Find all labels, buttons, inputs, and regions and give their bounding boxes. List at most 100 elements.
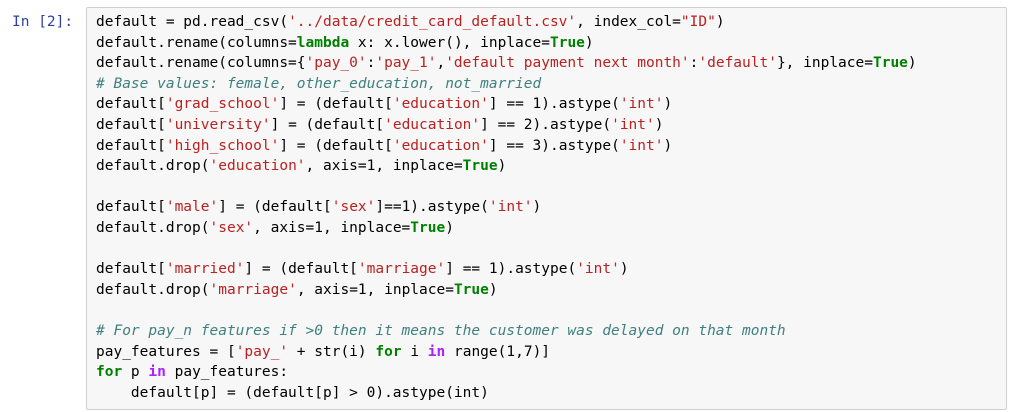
code-token: 'sex' — [331, 199, 376, 216]
code-token: , axis=1, inplace= — [253, 219, 411, 236]
code-token: pay_features: — [165, 364, 289, 381]
code-token: 'default payment next month' — [445, 55, 690, 72]
code-token: default.rename(columns= — [96, 34, 297, 51]
code-line: ​ — [96, 177, 1006, 198]
code-token: 'education' — [209, 158, 306, 175]
code-token: ] == 1).astype( — [445, 261, 577, 278]
notebook-code-cell[interactable]: In [2]: default = pd.read_csv('../data/c… — [0, 0, 1011, 412]
code-line: default.rename(columns={'pay_0':'pay_1',… — [96, 53, 1006, 74]
code-token: default.rename(columns={ — [96, 55, 306, 72]
code-line: default[p] = (default[p] > 0).astype(int… — [96, 383, 1006, 404]
code-token: 'marriage' — [357, 261, 446, 278]
code-line: default.drop('sex', axis=1, inplace=True… — [96, 218, 1006, 239]
code-token: 'male' — [165, 199, 219, 216]
code-token: default[ — [96, 199, 166, 216]
code-token: True — [549, 34, 585, 51]
code-line: ​ — [96, 239, 1006, 260]
code-token: pay_features = [ — [96, 343, 236, 360]
code-token: ] == 3).astype( — [488, 137, 620, 154]
code-token: 'marriage' — [209, 281, 297, 298]
code-token: }, inplace= — [776, 55, 873, 72]
code-line: default.rename(columns=lambda x: x.lower… — [96, 33, 1006, 54]
code-token: lambda — [296, 34, 350, 51]
code-token: default[ — [96, 261, 166, 278]
code-line: default.drop('marriage', axis=1, inplace… — [96, 280, 1006, 301]
code-token: 'int' — [488, 199, 533, 216]
code-token: ] = (default[ — [279, 137, 393, 154]
code-token: ) — [663, 137, 673, 154]
code-line: for p in pay_features: — [96, 362, 1006, 383]
code-token: ) — [619, 261, 629, 278]
code-token: default.drop( — [96, 219, 210, 236]
code-token: 'high_school' — [165, 137, 280, 154]
code-token: 'education' — [384, 116, 481, 133]
code-token: True — [872, 55, 908, 72]
code-token: ]==1).astype( — [375, 199, 489, 216]
code-token: 'int' — [576, 261, 620, 278]
code-line: default['high_school'] = (default['educa… — [96, 136, 1006, 157]
code-token: , axis=1, inplace= — [305, 158, 463, 175]
code-token: p — [122, 364, 149, 381]
code-token: default[p] = (default[p] > 0).astype(int… — [96, 384, 489, 401]
code-token: ) — [532, 199, 542, 216]
code-line: # For pay_n features if >0 then it means… — [96, 321, 1006, 342]
code-token: ] == 1).astype( — [488, 96, 620, 113]
code-token: ] = (default[ — [270, 116, 385, 133]
code-editor[interactable]: default = pd.read_csv('../data/credit_ca… — [86, 7, 1007, 410]
code-token: , — [436, 55, 446, 72]
code-token: ) — [907, 55, 917, 72]
code-token: default = pd.read_csv( — [96, 14, 289, 30]
code-token: 'int' — [619, 137, 664, 154]
code-token: 'int' — [611, 116, 655, 133]
code-token: ) — [715, 14, 725, 30]
code-line: ​ — [96, 300, 1006, 321]
code-token: '../data/credit_card_default.csv' — [288, 14, 577, 30]
code-token: ] = (default[ — [244, 261, 358, 278]
code-token: 'int' — [619, 96, 664, 113]
code-token: 'pay_' — [235, 343, 289, 360]
code-line: default.drop('education', axis=1, inplac… — [96, 156, 1006, 177]
code-line: default['grad_school'] = (default['educa… — [96, 94, 1006, 115]
code-token: 'grad_school' — [165, 96, 280, 113]
code-token: ] == 2).astype( — [480, 116, 612, 133]
code-token: , index_col= — [576, 14, 681, 30]
code-token: for — [96, 364, 123, 381]
code-token: 'education' — [392, 137, 489, 154]
code-token: ) — [445, 219, 454, 236]
code-token: default.drop( — [96, 281, 210, 298]
code-token: in — [427, 343, 446, 360]
code-line: default['university'] = (default['educat… — [96, 115, 1006, 136]
code-token: True — [410, 219, 446, 236]
code-token: # For pay_n features if >0 then it means… — [96, 322, 786, 339]
code-line: default['married'] = (default['marriage'… — [96, 259, 1006, 280]
code-token: 'education' — [392, 96, 489, 113]
code-token: , axis=1, inplace= — [296, 281, 454, 298]
code-token: ] = (default[ — [279, 96, 393, 113]
code-token: # Base values: female, other_education, … — [96, 75, 542, 92]
code-token: default.drop( — [96, 158, 210, 175]
code-token: "ID" — [680, 14, 716, 30]
code-token: True — [462, 158, 498, 175]
input-prompt: In [2]: — [12, 14, 74, 30]
code-line: # Base values: female, other_education, … — [96, 74, 1006, 95]
code-token: default[ — [96, 137, 166, 154]
code-text[interactable]: default = pd.read_csv('../data/credit_ca… — [96, 12, 1006, 403]
code-token: ) — [654, 116, 664, 133]
code-token: ) — [497, 158, 507, 175]
code-token: 'default' — [698, 55, 777, 72]
code-token: ) — [488, 281, 498, 298]
code-token: ) — [663, 96, 673, 113]
code-token: + str(i) — [288, 343, 376, 360]
code-token: 'pay_0' — [305, 55, 367, 72]
code-line: default['male'] = (default['sex']==1).as… — [96, 197, 1006, 218]
code-token: True — [453, 281, 489, 298]
code-token: for — [375, 343, 402, 360]
code-token: ) — [584, 34, 594, 51]
code-token: in — [148, 364, 166, 381]
code-token: 'married' — [165, 261, 245, 278]
code-token: x: x.lower(), inplace= — [349, 34, 550, 51]
code-token: 'sex' — [209, 219, 254, 236]
code-token: default[ — [96, 96, 166, 113]
code-token: 'pay_1' — [375, 55, 437, 72]
code-line: pay_features = ['pay_' + str(i) for i in… — [96, 342, 1006, 363]
